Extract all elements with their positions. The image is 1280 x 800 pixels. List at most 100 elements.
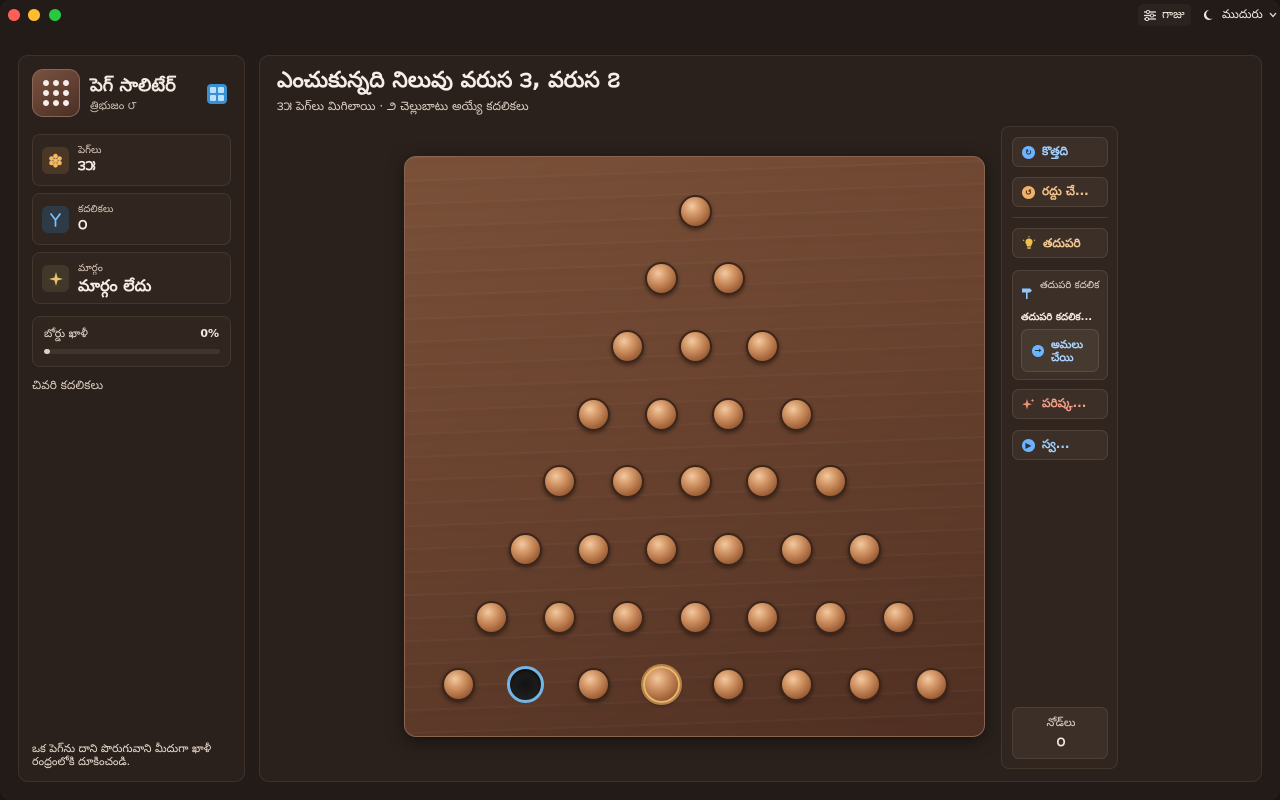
peg[interactable] (678, 465, 712, 499)
title-bar: గాజు ముదురు (0, 0, 1280, 30)
moves-label: కదలికలు (78, 204, 114, 215)
app-title: పెగ్ సాలిటేర్ (90, 75, 176, 96)
peg[interactable] (475, 600, 509, 634)
selected-peg[interactable] (642, 666, 680, 704)
peg[interactable] (576, 397, 610, 431)
new-game-button[interactable]: ↻ కొత్తది (1012, 137, 1108, 167)
undo-button[interactable]: ↺ రద్దు చే... (1012, 177, 1108, 207)
app-header: పెగ్ సాలిటేర్ త్రిభుజం ౮ (32, 69, 232, 119)
app-window: గాజు ముదురు పెగ్ సాలిటేర్ త్రిభుజం ౮ పెగ… (0, 0, 1280, 800)
nodes-card: నోడ్‌లు ౦ (1012, 707, 1108, 759)
chevron-down-icon (1269, 12, 1277, 18)
arrow-right-icon: → (1032, 344, 1044, 357)
peg[interactable] (915, 668, 949, 702)
sparkle-icon (42, 265, 69, 292)
moon-icon (1204, 9, 1213, 20)
peg[interactable] (576, 533, 610, 566)
refresh-icon: ↻ (1022, 145, 1035, 159)
progress-percent: 0% (200, 327, 219, 340)
peg[interactable] (712, 397, 746, 431)
peg[interactable] (746, 329, 780, 363)
solve-label: పరిష్క... (1042, 395, 1087, 410)
peg[interactable] (509, 533, 543, 566)
rail-divider (1012, 217, 1108, 218)
nodes-label: నోడ్‌లు (1046, 716, 1076, 729)
peg[interactable] (644, 397, 678, 431)
apply-move-button[interactable]: → అమలు చేయి (1021, 329, 1099, 372)
material-settings-button[interactable]: గాజు (1138, 4, 1191, 26)
peg[interactable] (712, 668, 746, 702)
sliders-icon (1144, 9, 1156, 21)
peg[interactable] (543, 600, 577, 634)
next-move-card: తదుపరి కదలిక తదుపరి కదలిక... → అమలు చేయి (1012, 270, 1108, 380)
hint-button[interactable]: తదుపరి (1012, 228, 1108, 258)
peg[interactable] (847, 533, 881, 566)
peg[interactable] (813, 600, 847, 634)
moves-stat-card: కదలికలు ౦ (32, 193, 231, 245)
theme-label: ముదురు (1222, 6, 1263, 21)
undo-label: రద్దు చే... (1042, 183, 1089, 198)
moves-value: ౦ (78, 217, 88, 233)
peg[interactable] (780, 533, 814, 566)
empty-hole[interactable] (507, 666, 545, 704)
signpost-icon (1022, 288, 1032, 299)
peg[interactable] (678, 600, 712, 634)
pegs-icon (42, 147, 69, 174)
board-progress-card: బోర్డు ఖాళీ 0% (32, 316, 231, 367)
peg[interactable] (678, 329, 712, 363)
hint-label: తదుపరి (1043, 235, 1081, 250)
autoplay-button[interactable]: ▶ స్వ... (1012, 430, 1108, 460)
path-label: మార్గం (78, 263, 103, 274)
recent-moves-title: చివరి కదలికలు (32, 378, 104, 392)
pegs-label: పెగ్‌లు (78, 145, 102, 156)
progress-bar (44, 349, 220, 354)
rules-hint: ఒక పెగ్‌ను దాని పొరుగువాని మీదుగా ఖాళీ ర… (32, 742, 212, 768)
peg[interactable] (881, 600, 915, 634)
solve-button[interactable]: పరిష్క... (1012, 389, 1108, 419)
sparkle-icon (1022, 398, 1035, 409)
game-board (404, 156, 985, 737)
undo-icon: ↺ (1022, 185, 1035, 199)
peg[interactable] (746, 600, 780, 634)
apply-label: అమలు చేయి (1051, 337, 1084, 364)
board-layout-icon[interactable] (207, 84, 227, 104)
peg[interactable] (610, 600, 644, 634)
theme-selector[interactable]: ముదురు (1198, 4, 1280, 26)
peg[interactable] (847, 668, 881, 702)
material-settings-label: గాజు (1162, 6, 1185, 21)
minimize-window-button[interactable] (28, 9, 40, 21)
close-window-button[interactable] (8, 9, 20, 21)
app-subtitle: త్రిభుజం ౮ (90, 99, 137, 112)
play-icon: ▶ (1022, 438, 1035, 452)
peg[interactable] (780, 668, 814, 702)
progress-label: బోర్డు ఖాళీ (44, 327, 88, 340)
peg[interactable] (644, 533, 678, 566)
progress-fill (44, 349, 50, 354)
next-move-title: తదుపరి కదలిక (1040, 280, 1100, 291)
sidebar: పెగ్ సాలిటేర్ త్రిభుజం ౮ పెగ్‌లు ౩౫ (18, 55, 245, 782)
pegs-stat-card: పెగ్‌లు ౩౫ (32, 134, 231, 186)
peg[interactable] (644, 262, 678, 296)
peg[interactable] (712, 262, 746, 296)
maximize-window-button[interactable] (49, 9, 61, 21)
peg[interactable] (543, 465, 577, 499)
control-rail: ↻ కొత్తది ↺ రద్దు చే... తదుపరి తదుపరి కద… (1001, 126, 1118, 769)
main-panel: ఎంచుకున్నది నిలువు వరుస ౩, వరుస ౭ ౩౫ పెగ… (259, 55, 1262, 782)
peg[interactable] (780, 397, 814, 431)
app-logo-icon (32, 69, 80, 117)
autoplay-label: స్వ... (1042, 436, 1070, 451)
peg[interactable] (576, 668, 610, 702)
selection-title: ఎంచుకున్నది నిలువు వరుస ౩, వరుస ౭ (277, 68, 621, 93)
branch-icon (42, 206, 69, 233)
peg[interactable] (678, 194, 712, 228)
peg[interactable] (813, 465, 847, 499)
peg[interactable] (610, 465, 644, 499)
pegs-value: ౩౫ (78, 158, 96, 174)
peg[interactable] (712, 533, 746, 566)
peg[interactable] (610, 329, 644, 363)
peg[interactable] (441, 668, 475, 702)
path-stat-card: మార్గం మార్గం లేదు (32, 252, 231, 304)
next-move-value: తదుపరి కదలిక... (1021, 312, 1093, 323)
peg[interactable] (746, 465, 780, 499)
path-value: మార్గం లేదు (78, 276, 152, 295)
